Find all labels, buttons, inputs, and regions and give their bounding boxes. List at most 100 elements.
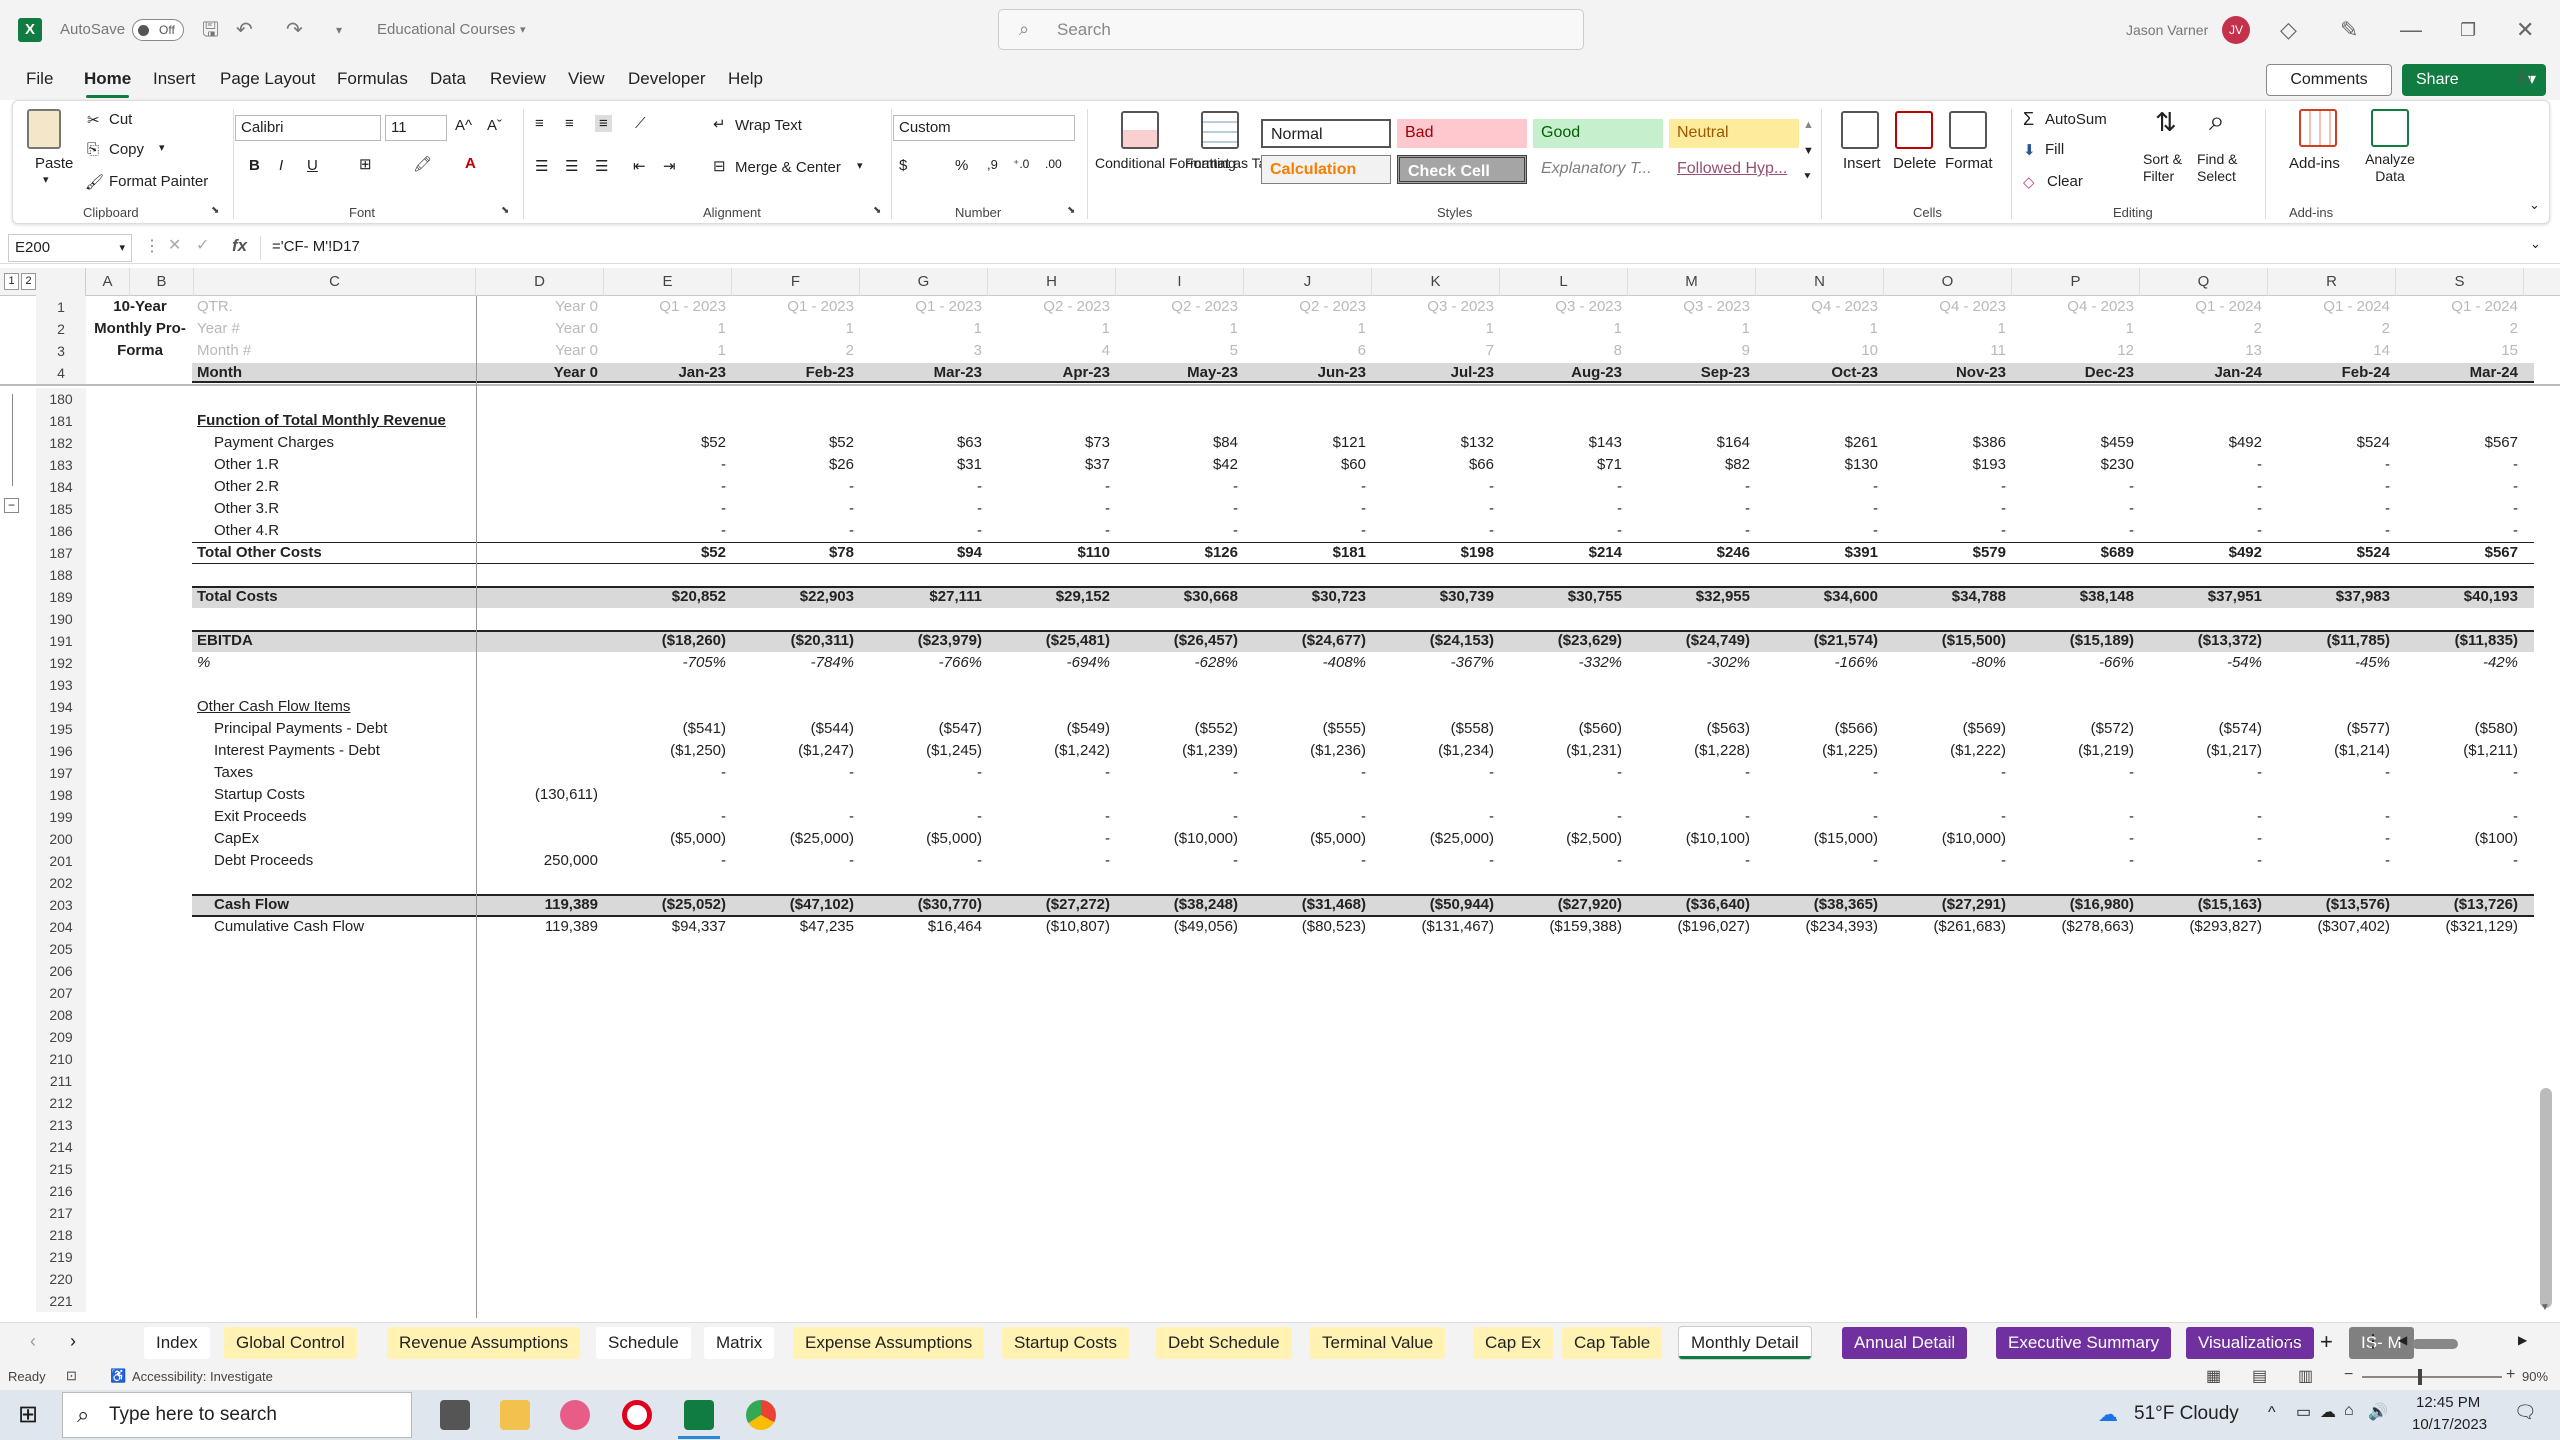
- font-launcher-icon[interactable]: ⬊: [501, 205, 509, 216]
- column-header-f[interactable]: F: [732, 268, 860, 296]
- data-cell[interactable]: ($558): [1372, 718, 1500, 740]
- data-cell[interactable]: ($15,189): [2012, 630, 2140, 652]
- currency-icon[interactable]: $: [899, 157, 907, 174]
- data-cell[interactable]: $52: [732, 432, 860, 454]
- clear-button[interactable]: Clear: [2047, 173, 2083, 190]
- data-cell[interactable]: ($563): [1628, 718, 1756, 740]
- data-cell[interactable]: ($278,663): [2012, 916, 2140, 938]
- data-cell[interactable]: ($23,629): [1500, 630, 1628, 652]
- row-header[interactable]: 186: [36, 520, 86, 542]
- data-cell[interactable]: $73: [988, 432, 1116, 454]
- data-cell[interactable]: -: [1116, 762, 1244, 784]
- prev-sheet-icon[interactable]: ‹: [30, 1331, 36, 1352]
- data-cell[interactable]: -: [2268, 762, 2396, 784]
- data-cell[interactable]: -: [2396, 520, 2524, 542]
- data-cell[interactable]: $84: [1116, 432, 1244, 454]
- accessibility-icon[interactable]: ♿: [110, 1368, 126, 1384]
- data-cell[interactable]: ($36,640): [1628, 894, 1756, 916]
- name-box[interactable]: E200 ▾: [8, 234, 132, 262]
- data-cell[interactable]: -: [1500, 520, 1628, 542]
- wrap-text-icon[interactable]: ↵: [713, 115, 726, 133]
- data-cell[interactable]: -: [1372, 806, 1500, 828]
- zoom-slider-thumb[interactable]: [2418, 1369, 2422, 1385]
- row-header[interactable]: 219: [36, 1246, 86, 1268]
- data-cell[interactable]: $40,193: [2396, 586, 2524, 608]
- data-cell[interactable]: $78: [732, 542, 860, 564]
- row-header[interactable]: 205: [36, 938, 86, 960]
- data-cell[interactable]: $52: [604, 432, 732, 454]
- data-cell[interactable]: -80%: [1884, 652, 2012, 674]
- data-cell[interactable]: $261: [1756, 432, 1884, 454]
- data-cell[interactable]: -: [604, 454, 732, 476]
- data-cell[interactable]: ($27,291): [1884, 894, 2012, 916]
- data-cell[interactable]: $20,852: [604, 586, 732, 608]
- conditional-formatting-icon[interactable]: [1121, 111, 1159, 149]
- increase-decimal-icon[interactable]: ⁺.0: [1013, 157, 1029, 171]
- data-cell[interactable]: ($21,574): [1756, 630, 1884, 652]
- style-explanatory[interactable]: Explanatory T...: [1533, 155, 1663, 184]
- tab-view[interactable]: View: [568, 69, 605, 89]
- user-name[interactable]: Jason Varner: [2126, 0, 2208, 60]
- taskbar-search[interactable]: ⌕ Type here to search: [62, 1392, 412, 1438]
- data-cell[interactable]: ($2,500): [1500, 828, 1628, 850]
- data-cell[interactable]: -: [860, 762, 988, 784]
- data-cell[interactable]: -408%: [1244, 652, 1372, 674]
- data-cell[interactable]: -: [2012, 850, 2140, 872]
- clear-icon[interactable]: ◇: [2023, 173, 2035, 191]
- data-cell[interactable]: -: [2140, 850, 2268, 872]
- data-cell[interactable]: -: [1884, 476, 2012, 498]
- data-cell[interactable]: $94: [860, 542, 988, 564]
- font-size-dropdown[interactable]: 11: [385, 115, 447, 141]
- increase-indent-icon[interactable]: ⇥: [663, 157, 676, 175]
- data-cell[interactable]: -66%: [2012, 652, 2140, 674]
- data-cell[interactable]: ($1,219): [2012, 740, 2140, 762]
- data-cell[interactable]: -: [732, 762, 860, 784]
- data-cell[interactable]: -: [1884, 762, 2012, 784]
- data-cell[interactable]: ($38,248): [1116, 894, 1244, 916]
- column-header-j[interactable]: J: [1244, 268, 1372, 296]
- data-cell[interactable]: $198: [1372, 542, 1500, 564]
- copy-icon[interactable]: ⎘: [87, 141, 99, 158]
- vertical-scrollbar-thumb[interactable]: [2540, 1088, 2552, 1308]
- data-cell[interactable]: -: [2012, 520, 2140, 542]
- data-cell[interactable]: ($26,457): [1116, 630, 1244, 652]
- data-cell[interactable]: $246: [1628, 542, 1756, 564]
- data-cell[interactable]: $492: [2140, 432, 2268, 454]
- redo-icon[interactable]: ↷: [286, 0, 303, 60]
- data-cell[interactable]: -: [2140, 762, 2268, 784]
- data-cell[interactable]: $37,983: [2268, 586, 2396, 608]
- data-cell[interactable]: -: [2012, 828, 2140, 850]
- row-header[interactable]: 183: [36, 454, 86, 476]
- page-layout-view-icon[interactable]: ▤: [2252, 1366, 2267, 1386]
- row-header[interactable]: 190: [36, 608, 86, 630]
- row-header[interactable]: 215: [36, 1158, 86, 1180]
- data-cell[interactable]: -: [1756, 762, 1884, 784]
- sheet-tab[interactable]: Revenue Assumptions: [387, 1327, 581, 1359]
- sheet-tab[interactable]: Executive Summary: [1996, 1327, 2172, 1359]
- alignment-launcher-icon[interactable]: ⬊: [873, 205, 881, 216]
- row-header[interactable]: 180: [36, 388, 86, 410]
- data-cell[interactable]: -: [1756, 850, 1884, 872]
- row-header[interactable]: 198: [36, 784, 86, 806]
- data-cell[interactable]: ($234,393): [1756, 916, 1884, 938]
- sheet-tab[interactable]: Annual Detail: [1842, 1327, 1968, 1359]
- data-cell[interactable]: ($25,000): [1372, 828, 1500, 850]
- data-cell[interactable]: $567: [2396, 542, 2524, 564]
- data-cell[interactable]: ($27,272): [988, 894, 1116, 916]
- data-cell[interactable]: -: [1244, 850, 1372, 872]
- borders-icon[interactable]: ⊞: [359, 155, 372, 173]
- data-cell[interactable]: $71: [1500, 454, 1628, 476]
- clock-date[interactable]: 10/17/2023: [2412, 1416, 2487, 1433]
- data-cell[interactable]: ($24,749): [1628, 630, 1756, 652]
- data-cell[interactable]: ($11,785): [2268, 630, 2396, 652]
- column-header-r[interactable]: R: [2268, 268, 2396, 296]
- name-box-chevron-icon[interactable]: ▾: [119, 235, 125, 261]
- search-box[interactable]: ⌕ Search: [998, 9, 1584, 50]
- data-cell[interactable]: -: [1372, 520, 1500, 542]
- next-sheet-icon[interactable]: ›: [70, 1331, 76, 1352]
- copy-button[interactable]: Copy: [109, 141, 144, 158]
- data-cell[interactable]: $60: [1244, 454, 1372, 476]
- data-cell[interactable]: ($1,247): [732, 740, 860, 762]
- data-cell[interactable]: -: [732, 476, 860, 498]
- page-break-view-icon[interactable]: ▥: [2298, 1366, 2313, 1386]
